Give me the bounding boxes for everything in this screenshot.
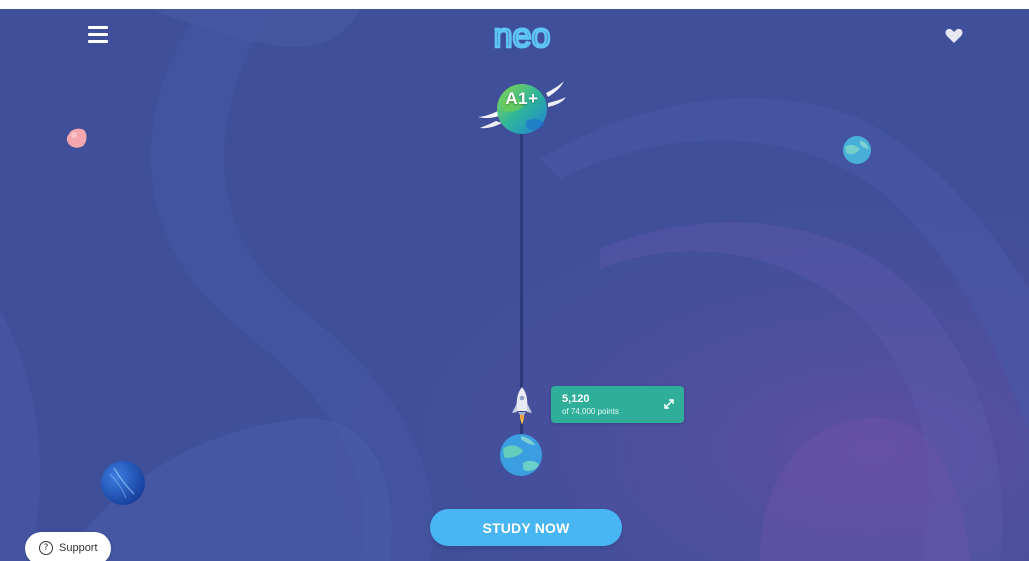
hamburger-menu-icon[interactable] bbox=[88, 26, 110, 46]
pink-planet-icon bbox=[66, 128, 87, 148]
blue-planet-icon bbox=[101, 461, 145, 505]
points-progress-card[interactable]: 5,120 of 74,000 points bbox=[551, 386, 684, 423]
teal-planet-icon bbox=[843, 136, 871, 164]
app-screen: neo A1+ 5,120 of 74,000 points STUDY NOW… bbox=[0, 9, 1029, 561]
heart-icon[interactable] bbox=[944, 26, 964, 46]
help-circle-icon: ? bbox=[39, 541, 53, 555]
study-now-button[interactable]: STUDY NOW bbox=[430, 509, 622, 546]
svg-text:neo: neo bbox=[494, 22, 551, 50]
neo-logo: neo bbox=[492, 22, 551, 50]
home-planet-icon bbox=[500, 434, 542, 476]
support-label: Support bbox=[59, 542, 98, 554]
target-level-label: A1+ bbox=[505, 89, 539, 108]
support-button[interactable]: ? Support bbox=[25, 532, 111, 561]
current-points-value: 5,120 bbox=[562, 393, 590, 405]
expand-arrows-icon[interactable] bbox=[663, 398, 675, 410]
rocket-icon bbox=[512, 387, 532, 425]
total-points-label: of 74,000 points bbox=[562, 407, 619, 416]
